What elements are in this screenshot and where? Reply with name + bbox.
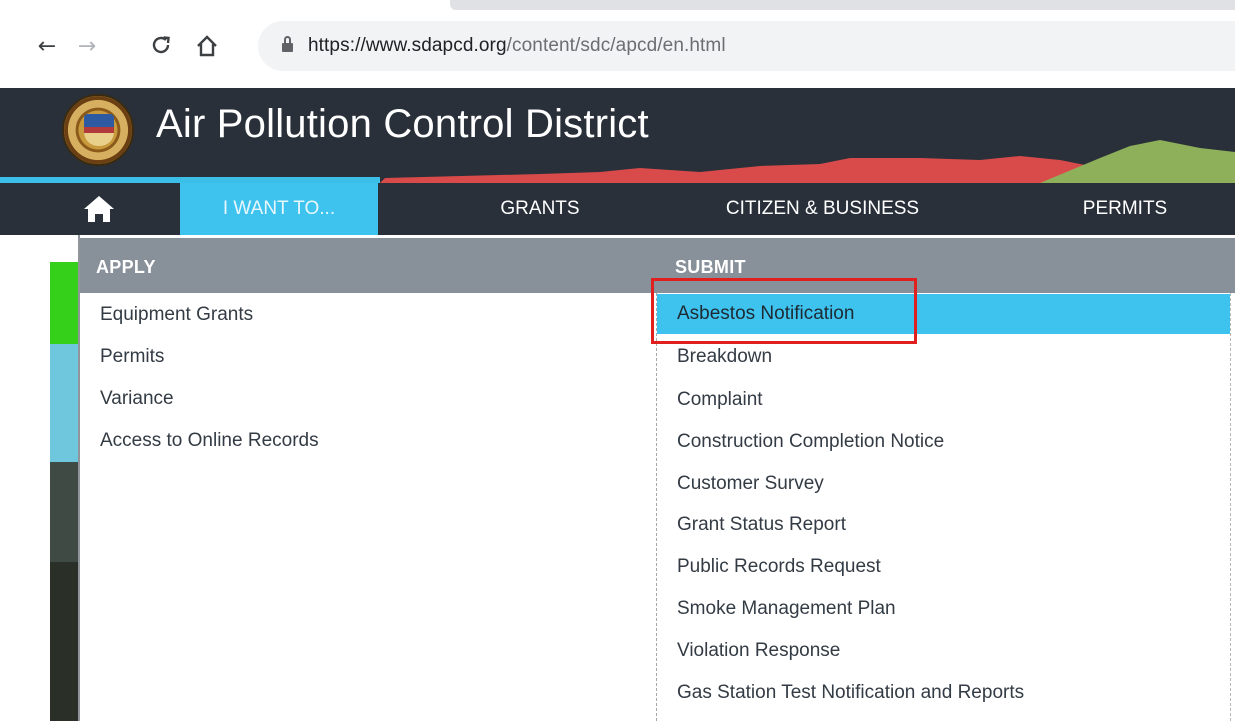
mega-menu-header: APPLY SUBMIT bbox=[80, 238, 1235, 293]
site-title[interactable]: Air Pollution Control District bbox=[156, 102, 649, 147]
menu-link-violation-response[interactable]: Violation Response bbox=[677, 631, 840, 671]
nav-grants[interactable]: GRANTS bbox=[450, 183, 630, 235]
menu-link-customer-survey[interactable]: Customer Survey bbox=[677, 464, 824, 504]
menu-link-online-records[interactable]: Access to Online Records bbox=[100, 421, 319, 461]
menu-link-grant-status-report[interactable]: Grant Status Report bbox=[677, 505, 846, 545]
column-divider bbox=[656, 293, 657, 721]
menu-link-complaint[interactable]: Complaint bbox=[677, 380, 763, 420]
back-arrow-icon[interactable]: ← bbox=[32, 30, 62, 62]
menu-link-smoke-management-plan[interactable]: Smoke Management Plan bbox=[677, 589, 896, 629]
nav-permits[interactable]: PERMITS bbox=[1050, 183, 1200, 235]
main-nav: I WANT TO... GRANTS CITIZEN & BUSINESS P… bbox=[0, 183, 1235, 235]
column-divider-right bbox=[1230, 293, 1231, 721]
county-seal-logo[interactable] bbox=[62, 94, 134, 166]
menu-link-gas-station-test[interactable]: Gas Station Test Notification and Report… bbox=[677, 673, 1024, 713]
lock-icon bbox=[282, 36, 293, 54]
menu-link-construction-completion[interactable]: Construction Completion Notice bbox=[677, 422, 944, 462]
menu-link-permits[interactable]: Permits bbox=[100, 337, 164, 377]
submit-column-title: SUBMIT bbox=[675, 257, 746, 277]
menu-link-asbestos-notification[interactable]: Asbestos Notification bbox=[657, 294, 1230, 334]
browser-toolbar: ← → https://www.sdapcd.org/content/sdc/a… bbox=[0, 0, 1235, 88]
url-host: https://www.sdapcd.org bbox=[308, 35, 507, 56]
background-image-strip bbox=[50, 262, 80, 721]
forward-arrow-icon[interactable]: → bbox=[72, 30, 102, 62]
home-icon[interactable] bbox=[192, 30, 222, 62]
menu-link-breakdown[interactable]: Breakdown bbox=[677, 337, 772, 377]
apply-column-title: APPLY bbox=[96, 257, 156, 277]
menu-link-variance[interactable]: Variance bbox=[100, 379, 174, 419]
menu-link-public-records-request[interactable]: Public Records Request bbox=[677, 547, 881, 587]
reload-icon[interactable] bbox=[146, 29, 176, 61]
nav-citizen-business[interactable]: CITIZEN & BUSINESS bbox=[680, 183, 965, 235]
nav-i-want-to[interactable]: I WANT TO... bbox=[180, 183, 378, 235]
home-icon[interactable] bbox=[82, 195, 116, 223]
url-path: /content/sdc/apcd/en.html bbox=[506, 35, 726, 56]
mega-menu-dropdown: APPLY SUBMIT Equipment Grants Permits Va… bbox=[78, 235, 1235, 721]
url-text: https://www.sdapcd.org/content/sdc/apcd/… bbox=[308, 35, 726, 57]
tab-strip bbox=[450, 0, 1235, 10]
address-bar[interactable]: https://www.sdapcd.org/content/sdc/apcd/… bbox=[258, 21, 1235, 71]
site-header: Air Pollution Control District bbox=[0, 88, 1235, 183]
menu-link-equipment-grants[interactable]: Equipment Grants bbox=[100, 295, 253, 335]
